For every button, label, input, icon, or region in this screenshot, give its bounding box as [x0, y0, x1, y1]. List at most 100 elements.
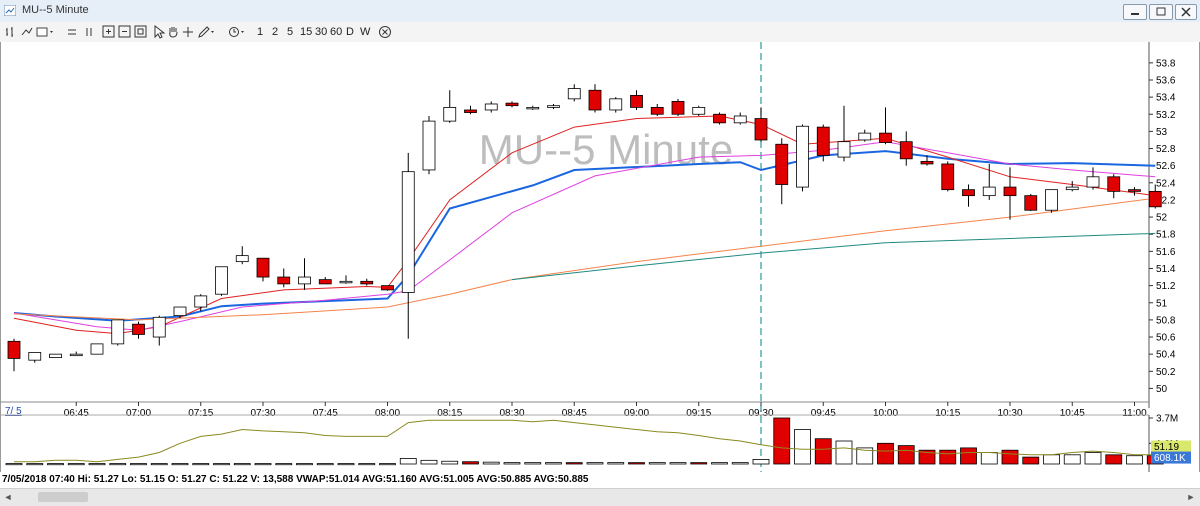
time-tick-label: 09:15: [686, 408, 711, 419]
candle-body: [90, 343, 104, 355]
volume-bar: [960, 447, 977, 465]
candle-body: [1045, 189, 1058, 211]
restore-button[interactable]: [1149, 4, 1173, 20]
candle-body: [982, 186, 996, 197]
volume-value-tag-label: 608.1K: [1154, 453, 1186, 464]
candle-body: [962, 189, 975, 197]
candle-body: [1086, 176, 1100, 188]
time-tick-label: 10:00: [873, 408, 898, 419]
interval-15-button[interactable]: 15: [300, 25, 312, 39]
pointer-icon[interactable]: [153, 25, 165, 39]
volume-bar: [47, 463, 64, 466]
volume-bar: [607, 462, 625, 465]
interval-30-button[interactable]: 30: [315, 25, 327, 39]
interval-icon[interactable]: [228, 25, 248, 39]
candle-body: [1065, 186, 1079, 191]
status-readout: 7/05/2018 07:40 Hi: 51.27 Lo: 51.15 O: 5…: [0, 472, 1200, 488]
scroll-left-icon[interactable]: ◄: [2, 491, 14, 503]
candle-body: [339, 280, 353, 284]
volume-bar: [88, 463, 106, 466]
zoom-in-icon[interactable]: [102, 25, 116, 39]
window-titlebar: MU--5 Minute: [0, 0, 1200, 23]
price-tick-label: 53.4: [1156, 93, 1176, 104]
time-tick-label: 07:15: [188, 408, 213, 419]
interval-5-button[interactable]: 5: [287, 25, 293, 39]
price-tick-label: 52.4: [1156, 178, 1176, 189]
volume-bar: [150, 463, 168, 466]
zoom-fit-icon[interactable]: [134, 25, 148, 39]
volume-bar: [877, 442, 894, 465]
hand-icon[interactable]: [167, 25, 179, 39]
minimize-button[interactable]: [1123, 4, 1147, 20]
volume-bar: [399, 458, 417, 465]
volume-bar: [731, 462, 749, 465]
volume-bar: [26, 463, 44, 466]
equals-icon[interactable]: [66, 25, 78, 39]
volume-bar: [711, 462, 728, 465]
volume-bar: [1001, 449, 1019, 465]
crosshair-icon[interactable]: [182, 25, 194, 39]
volume-bar: [1043, 454, 1060, 465]
candle-body: [713, 113, 726, 124]
pencil-icon[interactable]: [197, 25, 217, 39]
time-tick-label: 09:30: [748, 408, 773, 419]
candle-body: [650, 107, 664, 115]
volume-bar: [669, 462, 687, 465]
volume-bar: [109, 463, 127, 466]
time-tick-label: 08:30: [499, 408, 524, 419]
candle-body: [1003, 186, 1017, 197]
candle-body: [7, 340, 21, 359]
candle-body: [775, 143, 789, 185]
volume-bar: [441, 460, 459, 465]
candle-body: [443, 107, 457, 122]
volume-bar: [233, 463, 251, 466]
bar-style-icon[interactable]: [4, 25, 18, 39]
chart-watermark: MU--5 Minute: [479, 126, 733, 173]
volume-bar: [1084, 452, 1102, 465]
scroll-thumb[interactable]: [38, 492, 88, 502]
price-tick-label: 51.2: [1156, 281, 1176, 292]
price-tick-label: 53: [1156, 127, 1168, 138]
pause-icon[interactable]: [83, 25, 95, 39]
interval-2-button[interactable]: 2: [272, 25, 278, 39]
price-tick-label: 50.2: [1156, 367, 1176, 378]
interval-daily-button[interactable]: D: [346, 25, 354, 39]
price-tick-label: 50.4: [1156, 350, 1176, 361]
volume-bar: [648, 462, 666, 465]
candle-body: [692, 107, 706, 115]
scroll-right-icon[interactable]: ►: [1185, 491, 1197, 503]
volume-bar: [503, 462, 521, 465]
volume-value-tag-label: 51.19: [1154, 442, 1179, 453]
price-tick-label: 50.6: [1156, 333, 1176, 344]
candle-body: [671, 101, 685, 115]
time-tick-label: 09:45: [811, 408, 836, 419]
candle-body: [858, 132, 872, 141]
interval-1-button[interactable]: 1: [257, 25, 263, 39]
zoom-out-icon[interactable]: [118, 25, 132, 39]
indicator-line-1: [13, 150, 1156, 322]
cancel-icon[interactable]: [378, 25, 392, 39]
indicator-line-4: [13, 197, 1156, 321]
price-tick-label: 52.8: [1156, 144, 1176, 155]
candle-body: [567, 88, 581, 100]
volume-bar: [316, 463, 334, 466]
interval-60-button[interactable]: 60: [330, 25, 342, 39]
candle-body: [422, 120, 436, 171]
draw-style-icon[interactable]: [20, 25, 34, 39]
price-tick-label: 50.8: [1156, 315, 1176, 326]
candle-body: [298, 276, 311, 285]
style-dropdown-icon[interactable]: [36, 25, 56, 39]
volume-bar: [690, 462, 708, 465]
interval-weekly-button[interactable]: W: [360, 25, 370, 39]
candle-body: [318, 279, 332, 285]
price-tick-label: 51.4: [1156, 264, 1176, 275]
volume-tick-label: 3.7M: [1156, 414, 1178, 425]
close-button[interactable]: [1175, 4, 1197, 20]
candle-body: [630, 95, 643, 108]
candle-body: [69, 353, 83, 357]
candle-body: [132, 323, 145, 335]
price-chart[interactable]: MU--5 Minute 53.8 53.6 53.4 53.2 53 52.8 52.6 5…: [1, 42, 1199, 472]
horizontal-scrollbar[interactable]: ◄ ►: [0, 488, 1200, 506]
volume-bar: [462, 461, 479, 465]
price-tick-label: 53.2: [1156, 110, 1176, 121]
